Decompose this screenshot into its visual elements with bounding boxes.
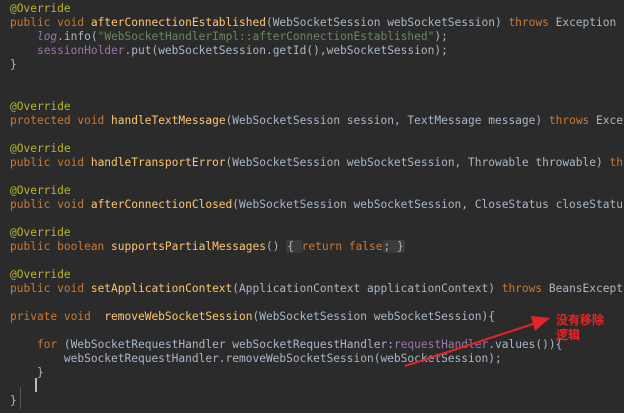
code-token: afterConnectionEstablished (90, 16, 266, 29)
code-line: protected void handleTextMessage(WebSock… (10, 114, 624, 128)
code-token: (WebSocketSession webSocketSession){ (252, 310, 495, 323)
code-line: private void removeWebSocketSession(WebS… (10, 310, 495, 324)
code-line: @Override (10, 142, 71, 156)
arrow-head (531, 316, 550, 331)
code-line: public void handleTransportError(WebSock… (10, 156, 624, 170)
code-token: for (36, 338, 64, 351)
code-token: } (10, 394, 17, 407)
code-token: @Override (10, 2, 71, 15)
code-token: public void (10, 16, 91, 29)
code-line: @Override (10, 184, 71, 198)
code-token: BeansException (548, 282, 624, 295)
code-token: public void (10, 156, 91, 169)
code-line: log.info("WebSocketHandlerImpl::afterCon… (10, 30, 448, 44)
code-token: @Override (10, 226, 71, 239)
code-token: (ApplicationContext applicationContext) (232, 282, 502, 295)
code-token: public boolean (10, 240, 112, 253)
code-token: webSocketRequestHandler.removeWebSocketS… (10, 352, 502, 365)
code-line: public void setApplicationContext(Applic… (10, 282, 624, 296)
code-line: @Override (10, 100, 71, 114)
code-token: ); (434, 30, 448, 43)
code-token: } (10, 58, 17, 71)
code-token: } (10, 366, 44, 379)
code-token: private void (10, 310, 105, 323)
code-token: .values()){ (488, 338, 563, 351)
code-editor[interactable]: @Override public void afterConnectionEsta… (0, 0, 624, 413)
code-token: handleTextMessage (111, 114, 226, 127)
code-token: @Override (10, 100, 71, 113)
code-token: supportsPartialMessages (111, 240, 266, 253)
code-line: webSocketRequestHandler.removeWebSocketS… (10, 352, 502, 366)
code-token: Exception { (555, 16, 624, 29)
code-token: (WebSocketSession webSocketSession, Clos… (232, 198, 624, 211)
code-token: throws (508, 16, 556, 29)
code-token: setApplicationContext (90, 282, 233, 295)
code-token: public void (10, 198, 91, 211)
code-token: public void (10, 282, 91, 295)
code-line: public boolean supportsPartialMessages()… (10, 240, 405, 254)
code-line: @Override (10, 268, 71, 282)
code-token: afterConnectionClosed (90, 198, 233, 211)
code-token: @Override (10, 142, 71, 155)
code-token: protected void (10, 114, 112, 127)
code-line: public void afterConnectionClosed(WebSoc… (10, 198, 624, 212)
code-token: "WebSocketHandlerImpl::afterConnectionEs… (97, 30, 435, 43)
code-token: removeWebSocketSession (104, 310, 253, 323)
code-fold-region[interactable]: { (286, 240, 302, 253)
code-line: public void afterConnectionEstablished(W… (10, 16, 624, 30)
annotation-note: 没有移除逻辑 (556, 313, 605, 342)
code-token: (WebSocketSession webSocketSession, Thro… (225, 156, 610, 169)
code-token: log (36, 30, 58, 43)
code-line: } (10, 58, 17, 72)
code-token: .info( (57, 30, 98, 43)
code-token: throws (609, 156, 624, 169)
code-line: sessionHolder.put(webSocketSession.getId… (10, 44, 448, 58)
code-line: @Override (10, 226, 71, 240)
code-token: @Override (10, 268, 71, 281)
code-token: .put(webSocketSession.getId(),webSocketS… (124, 44, 448, 57)
code-line: } (10, 394, 17, 408)
code-line: for (WebSocketRequestHandler webSocketRe… (10, 338, 562, 352)
code-fold-region[interactable]: ; } (382, 240, 405, 253)
code-token: requestHandler (393, 338, 489, 351)
code-token: Exception (596, 114, 624, 127)
code-token: () (265, 240, 287, 253)
code-line: @Override (10, 2, 71, 16)
code-token: (WebSocketSession session, TextMessage m… (225, 114, 549, 127)
text-cursor (35, 378, 37, 392)
code-line: } (10, 366, 44, 380)
code-token: sessionHolder (36, 44, 125, 57)
code-token: (WebSocketRequestHandler webSocketReques… (63, 338, 394, 351)
code-token: throws (501, 282, 549, 295)
code-token: (WebSocketSession webSocketSession) (265, 16, 509, 29)
code-token: handleTransportError (90, 156, 226, 169)
code-token: throws (548, 114, 597, 127)
code-token: @Override (10, 184, 71, 197)
code-token: return false (301, 240, 383, 253)
fold-guide (20, 387, 21, 409)
